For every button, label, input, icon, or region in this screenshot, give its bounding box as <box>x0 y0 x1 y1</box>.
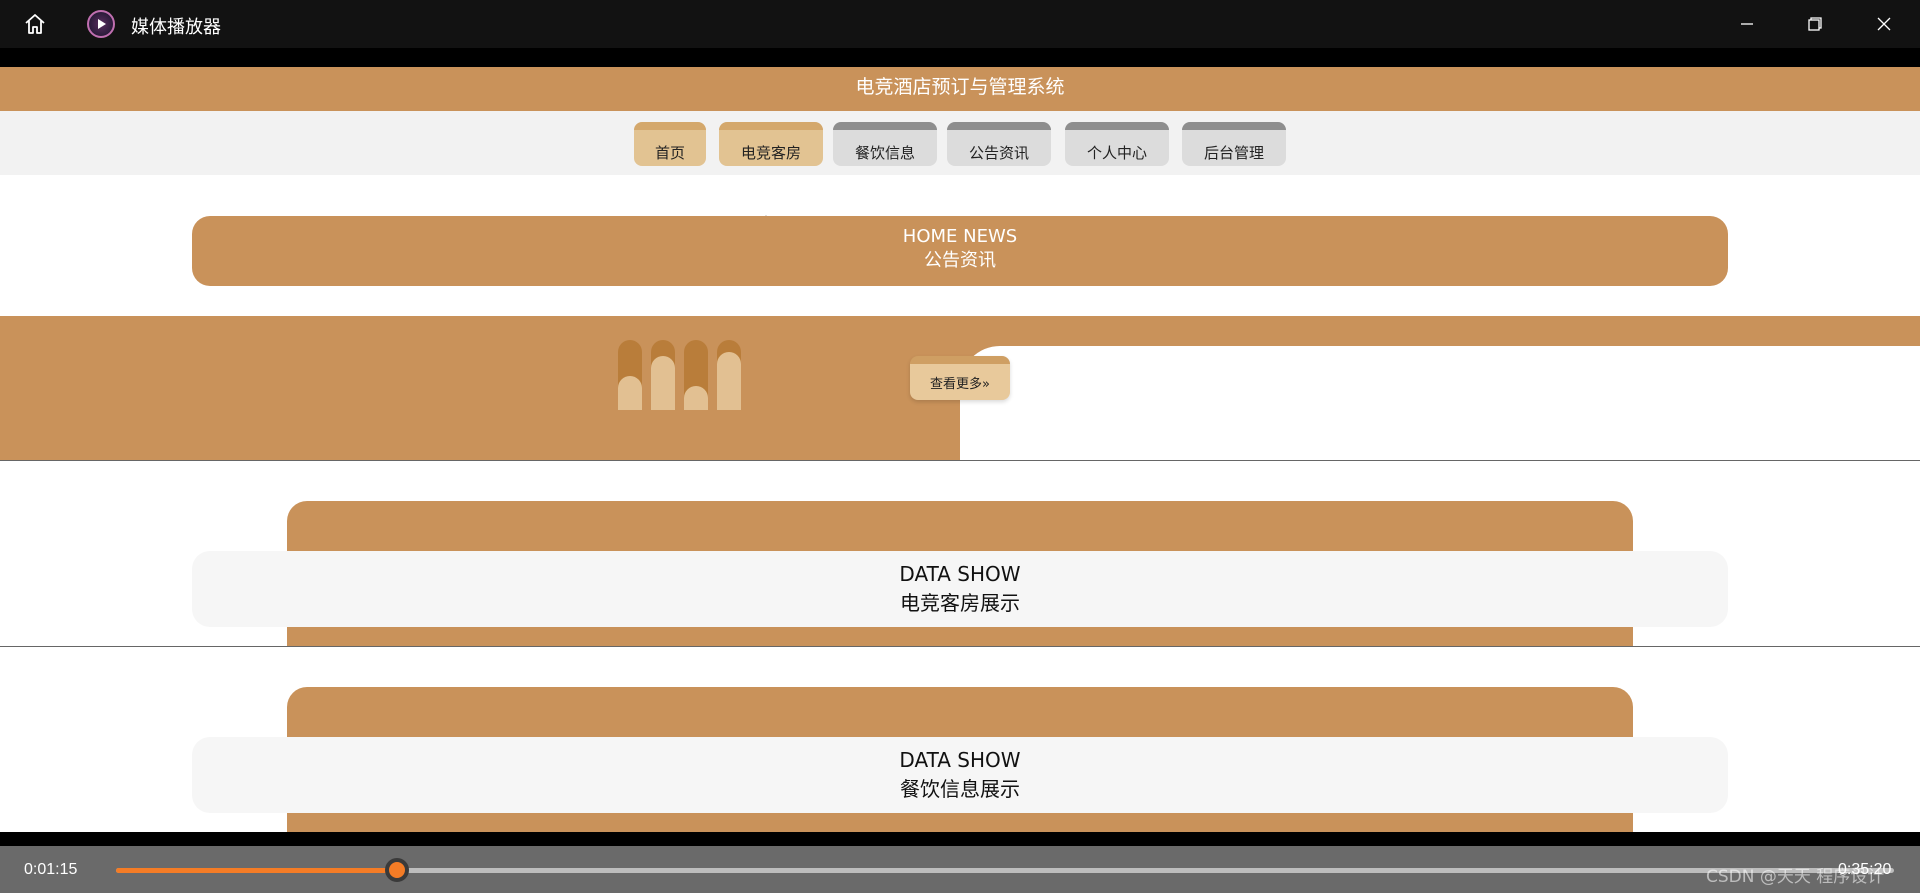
nav-admin[interactable]: 后台管理 <box>1182 122 1286 166</box>
minimize-icon[interactable] <box>1713 0 1781 48</box>
rooms-show-title-card: DATA SHOW 电竞客房展示 <box>192 551 1728 627</box>
rooms-show-title-cn: 电竞客房展示 <box>900 591 1020 615</box>
nav-news[interactable]: 公告资讯 <box>947 122 1051 166</box>
rooms-show-section: DATA SHOW 电竞客房展示 <box>0 460 1920 647</box>
news-section: 查看更多» <box>0 316 1920 460</box>
site-navbar: 首页 电竞客房 餐饮信息 公告资讯 个人中心 后台管理 <box>0 111 1920 175</box>
video-frame[interactable]: 电竞酒店预订与管理系统 首页 电竞客房 餐饮信息 公告资讯 个人中心 后台管理 … <box>0 67 1920 832</box>
news-content-panel <box>960 346 1920 460</box>
seek-bar[interactable] <box>116 868 1894 873</box>
rooms-show-title-en: DATA SHOW <box>899 562 1021 586</box>
home-icon[interactable] <box>20 10 50 38</box>
view-more-button[interactable]: 查看更多» <box>910 356 1010 400</box>
nav-personal-center[interactable]: 个人中心 <box>1065 122 1169 166</box>
dining-show-title-cn: 餐饮信息展示 <box>900 777 1020 801</box>
nav-esports-rooms[interactable]: 电竞客房 <box>719 122 823 166</box>
seek-bar-progress <box>116 868 397 873</box>
site-header-title: 电竞酒店预订与管理系统 <box>0 67 1920 111</box>
news-title-en: HOME NEWS <box>902 226 1018 247</box>
news-title-cn: 公告资讯 <box>924 250 996 271</box>
nav-home[interactable]: 首页 <box>634 122 706 166</box>
dining-show-section: DATA SHOW 餐饮信息展示 <box>0 646 1920 832</box>
window-title: 媒体播放器 <box>131 17 221 38</box>
close-icon[interactable] <box>1850 0 1918 48</box>
nav-dining[interactable]: 餐饮信息 <box>833 122 937 166</box>
restore-icon[interactable] <box>1781 0 1849 48</box>
window-titlebar: 媒体播放器 <box>0 0 1920 48</box>
play-circle-icon <box>87 10 115 38</box>
player-controls: 0:01:15 0:35:20 CSDN @天天 程序设计 <box>0 846 1920 893</box>
seek-handle[interactable] <box>384 858 409 882</box>
current-time: 0:01:15 <box>24 861 78 878</box>
watermark-text: CSDN @天天 程序设计 <box>1706 867 1885 887</box>
dining-show-title-card: DATA SHOW 餐饮信息展示 <box>192 737 1728 813</box>
dining-show-title-en: DATA SHOW <box>899 748 1021 772</box>
news-banner: HOME NEWS 公告资讯 <box>192 216 1728 286</box>
